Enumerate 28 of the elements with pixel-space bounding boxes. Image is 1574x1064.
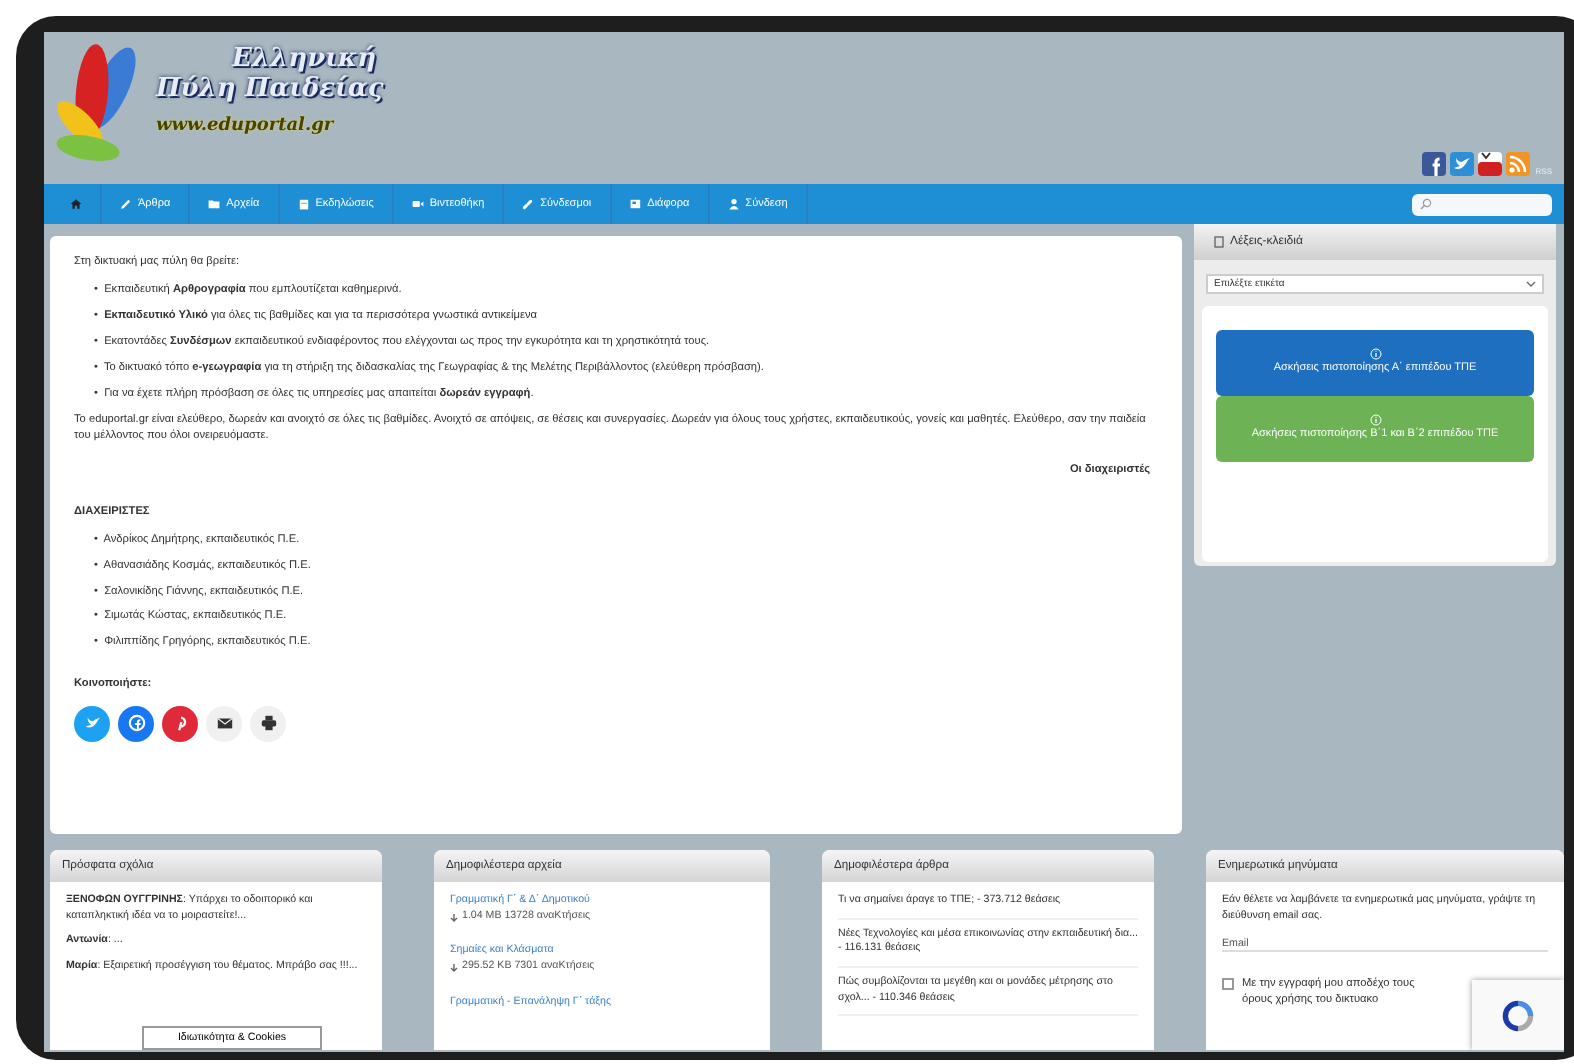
facebook-icon bbox=[127, 714, 145, 733]
newspaper-icon bbox=[629, 198, 642, 210]
logo-title: Ελληνική bbox=[232, 44, 379, 74]
video-camera-icon bbox=[411, 198, 424, 210]
home-icon bbox=[70, 198, 82, 210]
user-icon bbox=[727, 198, 740, 210]
captcha-badge[interactable] bbox=[1472, 980, 1564, 1050]
tag-icon bbox=[1214, 236, 1224, 248]
facebook-icon[interactable] bbox=[1421, 152, 1446, 176]
search-field[interactable] bbox=[1412, 193, 1552, 215]
info-icon bbox=[1369, 414, 1381, 426]
caret-icon bbox=[1526, 280, 1536, 288]
refresh-arrows-icon bbox=[1500, 997, 1536, 1033]
folder-icon bbox=[208, 198, 221, 210]
download-icon bbox=[450, 913, 458, 921]
envelope-icon bbox=[215, 714, 233, 733]
download-icon bbox=[450, 963, 458, 972]
search-icon bbox=[1420, 198, 1432, 210]
logo-url: www.eduportal.gr bbox=[156, 116, 336, 136]
printer-icon bbox=[259, 714, 277, 733]
share-button[interactable] bbox=[206, 705, 242, 742]
calendar-icon bbox=[297, 198, 310, 210]
info-icon bbox=[1369, 348, 1381, 360]
pencil-icon bbox=[120, 198, 132, 210]
share-button[interactable] bbox=[250, 705, 286, 742]
consent-checkbox[interactable] bbox=[1222, 978, 1234, 991]
logo-subtitle: Πύλη Παιδείας bbox=[156, 74, 384, 104]
bird-icon bbox=[83, 714, 101, 733]
